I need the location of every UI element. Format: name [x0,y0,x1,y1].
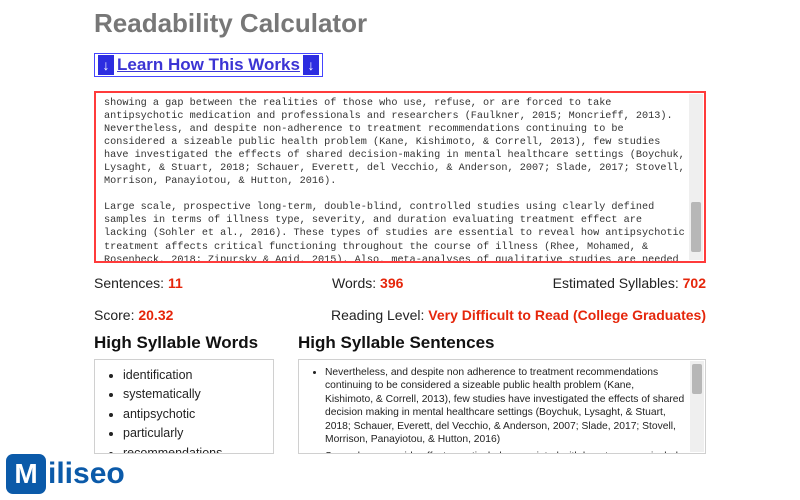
source-text-content: showing a gap between the realities of t… [96,93,704,261]
logo-badge: M [6,454,46,494]
syllables-value: 702 [683,275,706,291]
syllables-stat: Estimated Syllables: 702 [553,275,706,291]
arrow-down-icon: ↓ [303,55,319,75]
arrow-down-icon: ↓ [98,55,114,75]
sentences-stat: Sentences: 11 [94,275,183,291]
list-item: systematically [123,385,255,404]
high-syllable-sentences-heading: High Syllable Sentences [298,333,706,353]
learn-link-text: Learn How This Works [114,55,303,75]
sentences-label: Sentences: [94,275,164,291]
sentences-value: 11 [168,275,183,291]
words-value: 396 [380,275,403,291]
textarea-scrollbar[interactable] [689,94,703,260]
logo-text: iliseo [48,457,125,491]
reading-level-value: Very Difficult to Read (College Graduate… [428,307,706,323]
reading-level-stat: Reading Level: Very Difficult to Read (C… [331,307,706,323]
score-label: Score: [94,307,134,323]
high-syllable-words-list[interactable]: identification systematically antipsycho… [94,359,274,454]
high-syllable-sentences-list[interactable]: Nevertheless, and despite non adherence … [298,359,706,454]
page-title: Readability Calculator [94,8,706,39]
miliseo-logo: Miliseo [6,454,125,494]
scrollbar-thumb[interactable] [691,202,701,252]
syllables-label: Estimated Syllables: [553,275,679,291]
words-stat: Words: 396 [332,275,403,291]
list-item: recommendations [123,444,255,455]
high-syllable-words-heading: High Syllable Words [94,333,274,353]
list-item: Second, severe side effects, particularl… [325,450,685,454]
list-scrollbar[interactable] [690,361,704,452]
learn-how-link[interactable]: ↓ Learn How This Works ↓ [94,53,323,77]
list-item: identification [123,366,255,385]
score-value: 20.32 [138,307,173,323]
reading-level-label: Reading Level: [331,307,424,323]
list-item: particularly [123,424,255,443]
score-row: Score: 20.32 Reading Level: Very Difficu… [94,307,706,323]
list-item: antipsychotic [123,405,255,424]
words-label: Words: [332,275,376,291]
stats-row: Sentences: 11 Words: 396 Estimated Sylla… [94,275,706,291]
source-text-input[interactable]: showing a gap between the realities of t… [94,91,706,263]
list-item: Nevertheless, and despite non adherence … [325,366,685,446]
score-stat: Score: 20.32 [94,307,173,323]
scrollbar-thumb[interactable] [692,364,702,394]
